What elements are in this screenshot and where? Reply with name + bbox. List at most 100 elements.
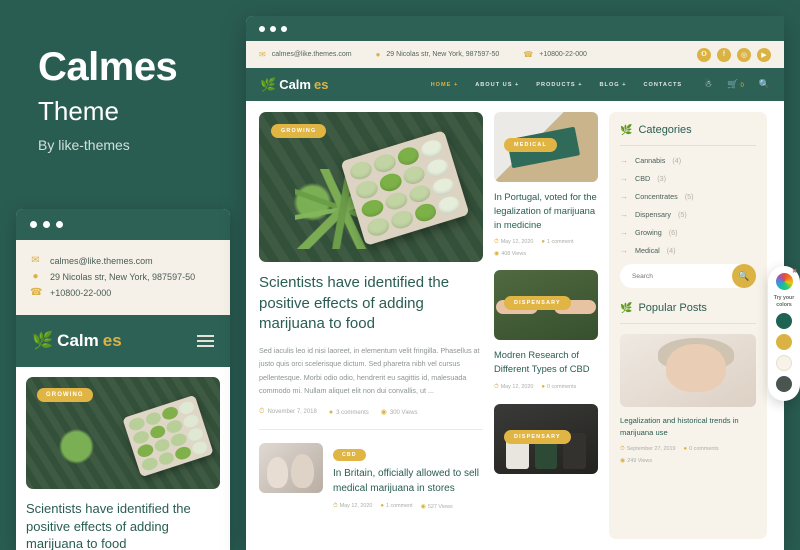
secondary-post-title[interactable]: In Britain, officially allowed to sell m… <box>333 467 483 496</box>
mid-post-image[interactable]: MEDICAL <box>494 112 598 182</box>
promo-byline: By like-themes <box>38 137 130 153</box>
featured-post-image[interactable]: GROWING <box>259 112 483 262</box>
logo-main: Calm <box>279 77 311 92</box>
window-dot-close[interactable] <box>30 221 37 228</box>
nav-item-products[interactable]: PRODUCTS + <box>536 82 582 88</box>
mid-post-title[interactable]: In Portugal, voted for the legalization … <box>494 190 598 232</box>
site-logo[interactable]: 🌿 Calm es <box>260 77 328 93</box>
clock-icon: ⏱ <box>259 408 265 416</box>
mid-post-image[interactable]: DISPENSARY <box>494 270 598 341</box>
category-item-growing[interactable]: → Growing (6) <box>620 228 756 237</box>
nav-item-contacts[interactable]: CONTACTS <box>643 82 682 88</box>
search-icon[interactable]: 🔍 <box>759 79 770 90</box>
hamburger-menu-icon[interactable] <box>197 335 214 347</box>
secondary-post-thumbnail <box>259 443 323 494</box>
mobile-address-row[interactable]: ● 29 Nicolas str, New York, 987597-50 <box>30 271 216 282</box>
arrow-right-icon: → <box>620 246 628 255</box>
post-date: ⏱ November 7, 2018 <box>259 408 317 416</box>
nav-item-blog[interactable]: BLOG + <box>599 82 626 88</box>
leaf-icon: 🌿 <box>620 124 633 136</box>
color-swatch-gold[interactable] <box>776 334 792 350</box>
color-swatch-cream[interactable] <box>776 355 792 371</box>
category-item-medical[interactable]: → Medical (4) <box>620 246 756 255</box>
popular-posts-heading: 🌿 Popular Posts <box>620 302 707 314</box>
post-date: ⏱ May 12, 2020 <box>494 239 534 246</box>
comment-icon: ● <box>380 503 384 510</box>
secondary-post-column: MEDICAL In Portugal, voted for the legal… <box>494 112 598 539</box>
topbar-email[interactable]: ✉ calmes@like.themes.com <box>259 50 352 59</box>
popular-post-item[interactable]: Legalization and historical trends in ma… <box>620 334 756 464</box>
leaf-icon: 🌿 <box>620 302 633 314</box>
nav-action-icons: ☃ 🛒 0 🔍 <box>704 79 770 90</box>
window-dot-minimize[interactable] <box>43 221 50 228</box>
mail-icon: ✉ <box>259 50 266 59</box>
phone-icon: ☎ <box>30 287 43 298</box>
category-badge-medical[interactable]: MEDICAL <box>504 138 557 152</box>
category-badge[interactable]: GROWING <box>37 388 93 402</box>
mobile-logo-main: Calm <box>57 331 99 350</box>
mobile-email-row[interactable]: ✉ calmes@like.themes.com <box>30 255 216 266</box>
window-dot-close[interactable] <box>259 25 265 32</box>
category-item-concentrates[interactable]: → Concentrates (5) <box>620 192 756 201</box>
twitter-icon[interactable]: 𝐎 <box>697 47 711 62</box>
featured-post-title[interactable]: Scientists have identified the positive … <box>259 273 483 335</box>
cart-icon[interactable]: 🛒 0 <box>727 79 744 90</box>
mobile-phone-row[interactable]: ☎ +10800-22-000 <box>30 287 216 298</box>
post-views: ◉ 249 Views <box>620 458 653 465</box>
mobile-navbar: 🌿 Calm es <box>16 315 230 367</box>
search-input[interactable] <box>632 272 737 280</box>
nav-links: HOME + ABOUT US + PRODUCTS + BLOG + CONT… <box>431 82 683 88</box>
mobile-body: GROWING Scientists have identified the p… <box>16 367 230 550</box>
secondary-post-card[interactable]: CBD In Britain, officially allowed to se… <box>259 443 483 510</box>
mobile-logo[interactable]: 🌿 Calm es <box>32 331 122 351</box>
clock-icon: ⏱ <box>494 383 499 390</box>
window-dot-maximize[interactable] <box>56 221 63 228</box>
nav-item-about-us[interactable]: ABOUT US + <box>475 82 519 88</box>
post-comments: ● 1 comment <box>541 239 574 246</box>
portrait-face-graphic <box>666 344 727 393</box>
divider <box>259 429 483 431</box>
promo-title: Calmes <box>38 45 178 89</box>
youtube-icon[interactable]: ▶ <box>757 47 771 62</box>
mid-post-card[interactable]: DISPENSARY <box>494 403 598 474</box>
phone-icon: ☎ <box>523 50 534 59</box>
mid-post-image[interactable]: DISPENSARY <box>494 403 598 474</box>
window-dot-maximize[interactable] <box>281 25 287 32</box>
post-comments: ● 3 comments <box>328 408 369 416</box>
close-icon[interactable]: ✖ <box>792 268 797 275</box>
mid-post-card[interactable]: MEDICAL In Portugal, voted for the legal… <box>494 112 598 257</box>
category-item-cannabis[interactable]: → Cannabis (4) <box>620 156 756 165</box>
topbar-phone[interactable]: ☎ +10800-22-000 <box>523 50 587 59</box>
leaf-icon: 🌿 <box>32 331 54 350</box>
post-comments: ● 1 comment <box>380 503 413 510</box>
color-swatch-dark[interactable] <box>776 376 792 392</box>
color-wheel-icon[interactable] <box>775 273 793 290</box>
popular-post-image <box>620 334 756 407</box>
window-dot-minimize[interactable] <box>270 25 276 32</box>
popular-post-title[interactable]: Legalization and historical trends in ma… <box>620 415 756 439</box>
comment-icon: ● <box>541 383 545 390</box>
topbar-phone-text: +10800-22-000 <box>539 51 587 58</box>
instagram-icon[interactable]: ◎ <box>737 47 751 62</box>
color-swatch-green[interactable] <box>776 313 792 329</box>
category-item-dispensary[interactable]: → Dispensary (5) <box>620 210 756 219</box>
nav-item-home[interactable]: HOME + <box>431 82 459 88</box>
mid-post-card[interactable]: DISPENSARY Modren Research of Different … <box>494 270 598 390</box>
facebook-icon[interactable]: f <box>717 47 731 62</box>
user-account-icon[interactable]: ☃ <box>704 79 712 90</box>
category-badge-dispensary[interactable]: DISPENSARY <box>504 296 571 311</box>
divider <box>620 323 756 324</box>
category-badge-dispensary[interactable]: DISPENSARY <box>504 429 571 444</box>
color-switcher-widget[interactable]: ✖ Try your colors <box>768 266 800 401</box>
category-badge-cbd[interactable]: CBD <box>333 449 366 462</box>
topbar-address[interactable]: ● 29 Nicolas str, New York, 987597-50 <box>376 50 500 59</box>
search-box[interactable]: 🔍 <box>620 264 756 288</box>
mid-post-title[interactable]: Modren Research of Different Types of CB… <box>494 348 598 376</box>
search-submit-button[interactable]: 🔍 <box>732 264 756 288</box>
arrow-right-icon: → <box>620 228 628 237</box>
category-badge-growing[interactable]: GROWING <box>271 124 327 138</box>
mobile-post-title[interactable]: Scientists have identified the positive … <box>26 500 220 550</box>
mobile-featured-image[interactable]: GROWING <box>26 377 220 489</box>
category-item-cbd[interactable]: → CBD (3) <box>620 174 756 183</box>
clock-icon: ⏱ <box>620 446 625 453</box>
